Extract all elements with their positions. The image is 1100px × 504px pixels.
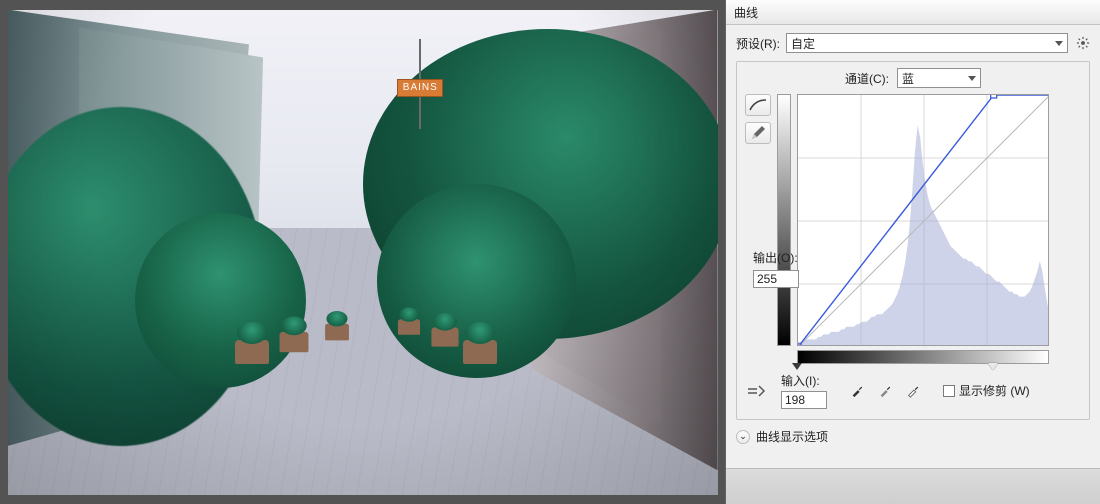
display-options-disclosure[interactable]: ⌄ 曲线显示选项 (736, 428, 1090, 445)
input-label: 输入(I): (781, 372, 827, 389)
curve-svg[interactable] (798, 95, 1049, 346)
document-canvas[interactable]: BAINS (0, 0, 725, 504)
curve-point-tool[interactable] (745, 94, 771, 116)
chevron-down-icon: ⌄ (736, 430, 750, 444)
photo: BAINS (8, 10, 718, 495)
target-adjust-icon[interactable] (745, 382, 767, 400)
input-field[interactable]: 198 (781, 391, 827, 409)
image-frame: BAINS (8, 10, 718, 495)
input-row: 输入(I): 198 显示修剪 (W) (745, 372, 1081, 409)
chevron-down-icon (968, 76, 976, 81)
output-field-group: 输出(O): 255 (753, 249, 811, 288)
white-eyedropper[interactable] (903, 381, 923, 401)
black-eyedropper[interactable] (847, 381, 867, 401)
gray-eyedropper[interactable] (875, 381, 895, 401)
show-clipping-label: 显示修剪 (W) (959, 382, 1030, 399)
show-clipping-checkbox[interactable]: 显示修剪 (W) (943, 382, 1030, 399)
preset-label: 预设(R): (736, 35, 780, 52)
preset-row: 预设(R): 自定 (736, 33, 1090, 53)
curve-fieldset: 通道(C): 蓝 (736, 61, 1090, 420)
dialog-title: 曲线 (734, 4, 758, 21)
curves-dialog: 曲线 预设(R): 自定 通道(C): 蓝 (725, 0, 1100, 504)
preset-menu-icon[interactable] (1076, 36, 1090, 50)
output-label: 输出(O): (753, 249, 798, 266)
display-options-label: 曲线显示选项 (756, 428, 828, 445)
black-point-slider[interactable] (792, 363, 802, 370)
channel-label: 通道(C): (845, 70, 889, 87)
chevron-down-icon (1055, 41, 1063, 46)
checkbox-icon (943, 385, 955, 397)
output-gradient (777, 94, 791, 346)
white-point-slider[interactable] (988, 363, 998, 370)
preset-select[interactable]: 自定 (786, 33, 1068, 53)
dialog-titlebar[interactable]: 曲线 (726, 0, 1100, 25)
curve-tool-column (745, 94, 771, 364)
input-gradient (797, 350, 1049, 364)
eyedropper-group (847, 381, 923, 401)
channel-row: 通道(C): 蓝 (745, 68, 1081, 88)
curve-pencil-tool[interactable] (745, 122, 771, 144)
output-field[interactable]: 255 (753, 270, 799, 288)
channel-value: 蓝 (902, 70, 914, 87)
channel-select[interactable]: 蓝 (897, 68, 981, 88)
curve-graph[interactable] (797, 94, 1049, 346)
preset-value: 自定 (791, 35, 815, 52)
dialog-bottom-strip (726, 468, 1100, 504)
